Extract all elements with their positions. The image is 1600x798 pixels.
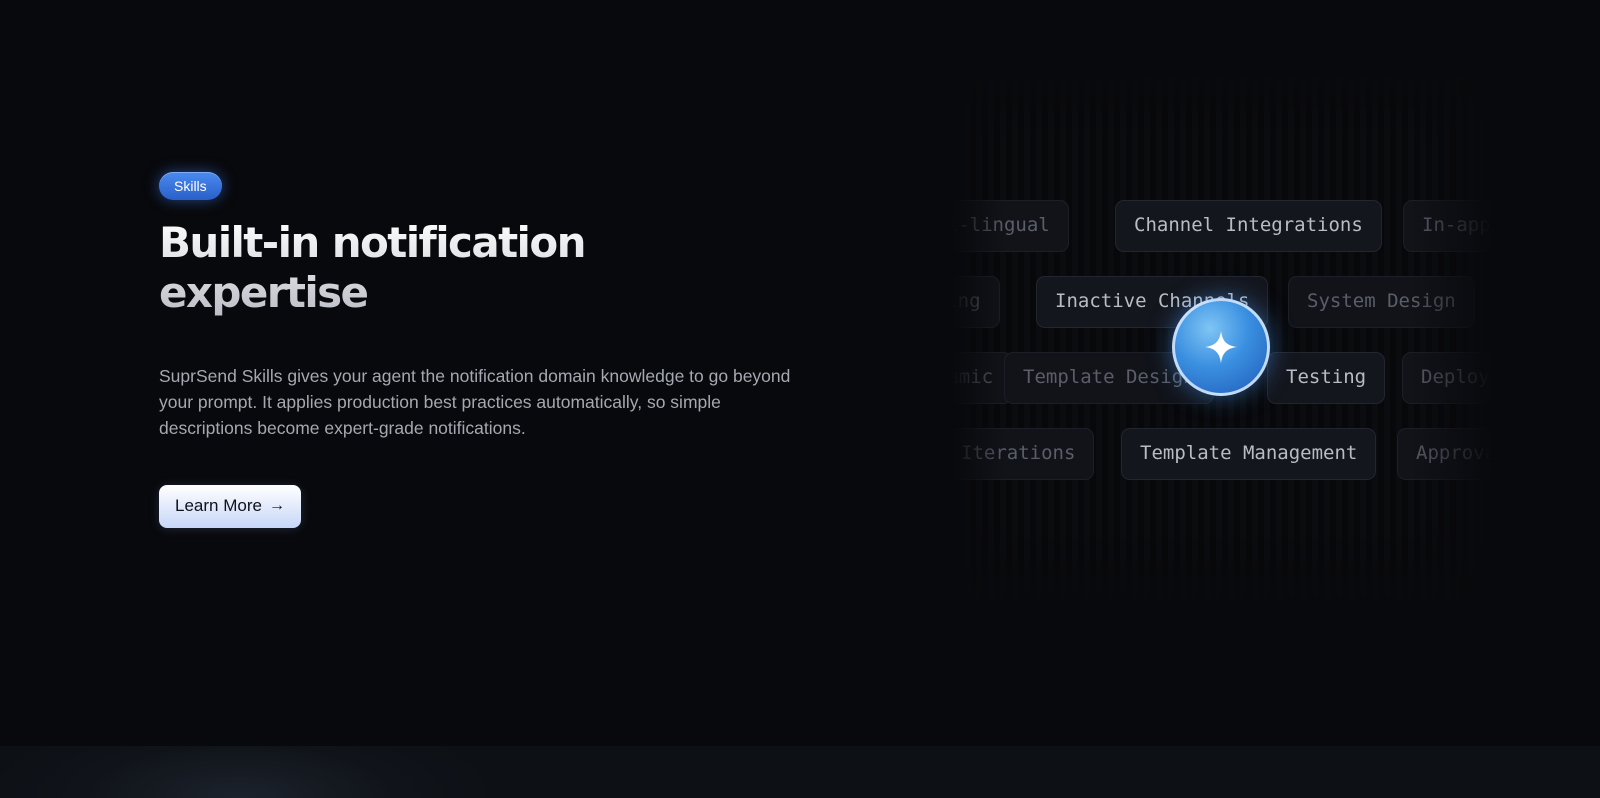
section-title: Built-in notification expertise [159,218,799,319]
skill-chip: In-app [1403,200,1492,252]
learn-more-button[interactable]: Learn More → [159,484,301,528]
skill-chip: Multi-lingual [952,200,1069,252]
skill-chip: Testing [1267,352,1386,404]
sparkle-orb-button[interactable] [1172,298,1270,396]
skills-badge: Skills [159,172,222,200]
sparkle-icon [1204,330,1238,364]
section-description: SuprSend Skills gives your agent the not… [159,365,791,438]
skill-chip: Channel Integrations [1115,200,1382,252]
skill-chip: Iterations [952,428,1095,480]
arrow-right-icon: → [268,497,285,515]
learn-more-label: Learn More [175,496,262,516]
skill-chip: Template Management [1121,428,1377,480]
skill-chip: System Design [1288,276,1475,328]
skills-section: Skills Built-in notification expertise S… [0,0,1600,798]
skill-chip: Deploy [1402,352,1492,404]
skill-chip: Batching [952,276,1000,328]
skills-intro: Skills Built-in notification expertise S… [159,172,799,528]
skill-chip: Approval [1397,428,1492,480]
next-section-strip [0,746,1600,798]
